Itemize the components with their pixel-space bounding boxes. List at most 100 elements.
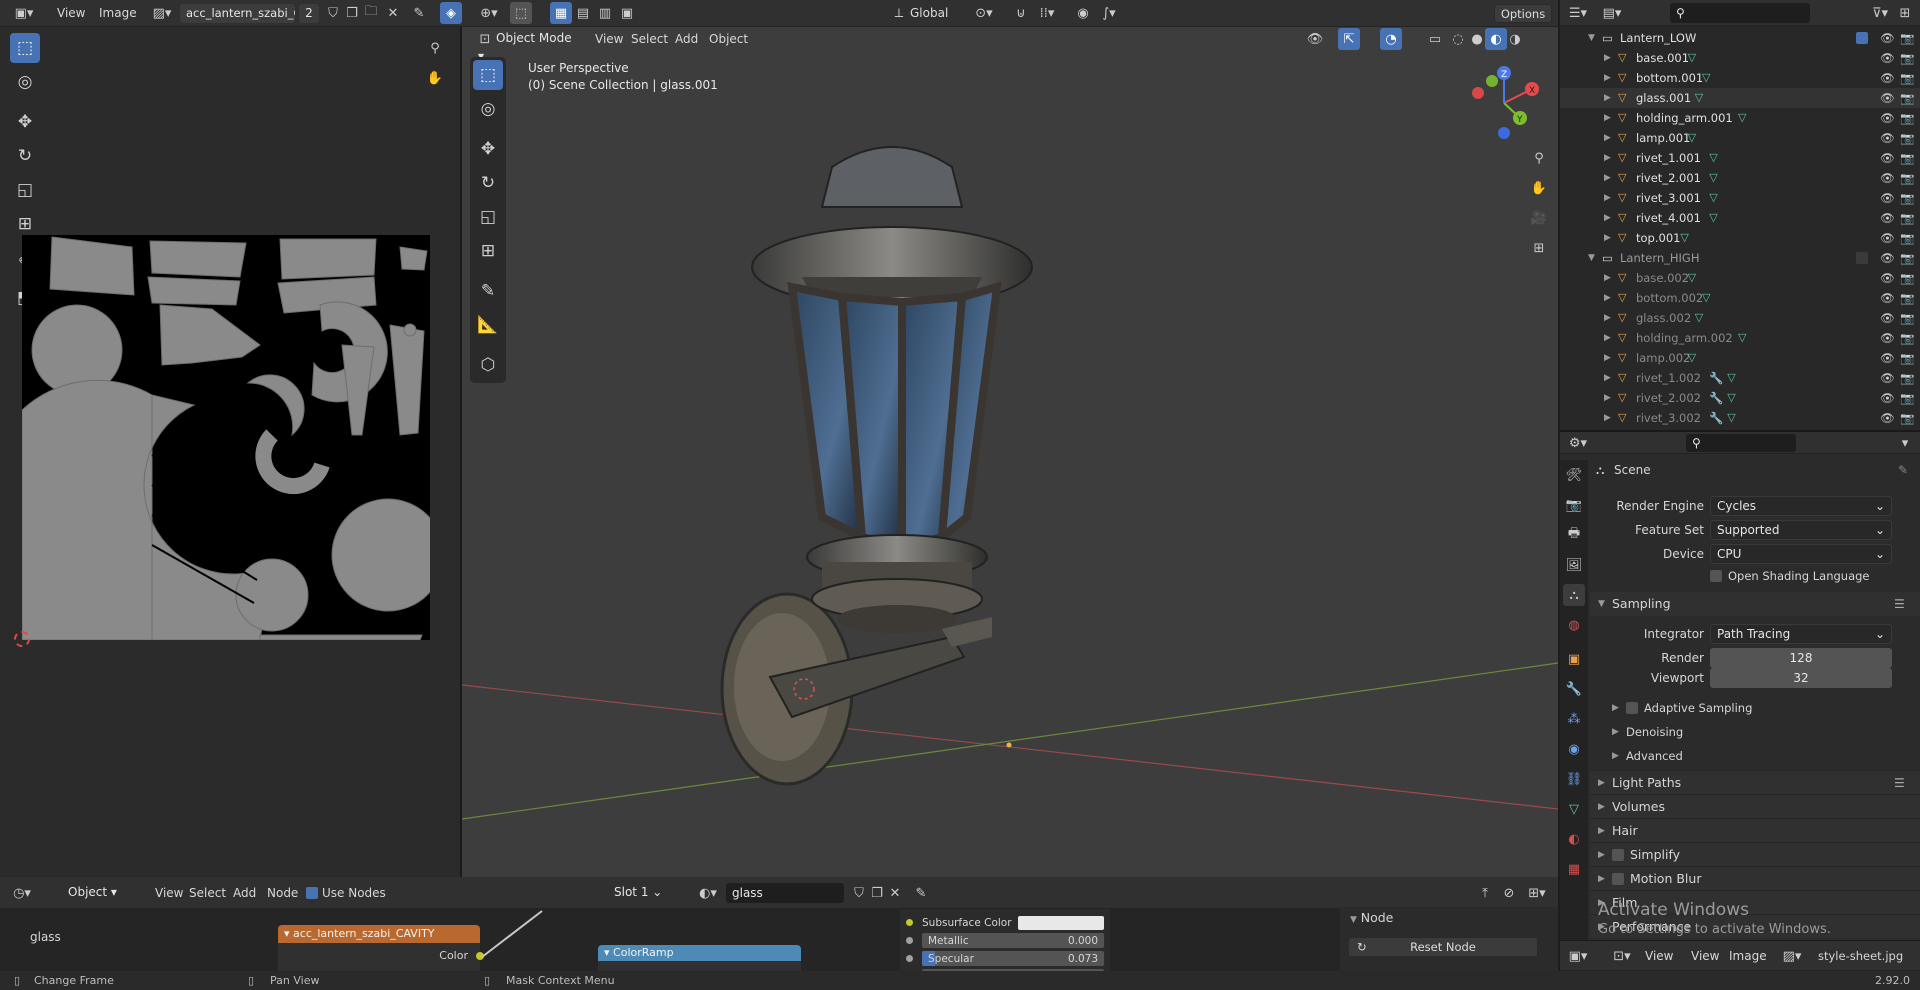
outliner-item[interactable]: ▶ ▽ holding_arm.001 ▽ 👁 📷 <box>1560 108 1920 128</box>
color-swatch[interactable] <box>1018 916 1104 930</box>
editor-type-icon[interactable]: ◷▾ <box>8 882 36 904</box>
node-panel-header[interactable]: ▼ Node <box>1340 907 1558 929</box>
collapse-icon[interactable]: ▼ <box>1588 248 1595 268</box>
visibility-icon[interactable]: 👁 <box>1880 288 1895 308</box>
adaptive-sampling-checkbox[interactable] <box>1626 702 1638 714</box>
image-name[interactable]: style-sheet.jpg <box>1818 949 1903 963</box>
menu-image[interactable]: Image <box>1722 941 1774 972</box>
presets-icon[interactable]: ☰ <box>1894 592 1905 616</box>
image-texture-node-header[interactable]: ▾ acc_lantern_szabi_CAVITY <box>278 925 480 943</box>
outliner-item[interactable]: ▶ ▽ glass.002 ▽ 👁 📷 <box>1560 308 1920 328</box>
visibility-icon[interactable]: 👁 <box>1880 68 1895 88</box>
advanced-row[interactable]: ▶ Advanced <box>1590 744 1920 768</box>
visibility-icon[interactable]: 👁 <box>1880 388 1895 408</box>
proportional-edit-icon[interactable]: ◉ <box>1072 2 1094 24</box>
node-editor[interactable]: ◷▾ Object ▾ View Select Add Node Use Nod… <box>0 877 1558 971</box>
constraints-tab-icon[interactable]: ⛓ <box>1563 768 1585 790</box>
visibility-icon[interactable]: 👁 <box>1880 328 1895 348</box>
expand-icon[interactable]: ▶ <box>1604 48 1611 68</box>
tool-tab-icon[interactable]: 🛠 <box>1563 464 1585 486</box>
visibility-icon[interactable]: 👁 <box>1880 348 1895 368</box>
expand-icon[interactable]: ▶ <box>1604 388 1611 408</box>
options-dropdown[interactable]: Options <box>1494 4 1552 23</box>
visibility-icon[interactable]: 👁 <box>1880 308 1895 328</box>
outliner-item[interactable]: ▶ ▽ rivet_2.002 🔧 ▽ 👁 📷 <box>1560 388 1920 408</box>
expand-icon[interactable]: ▶ <box>1604 368 1611 388</box>
expand-icon[interactable]: ▶ <box>1604 108 1611 128</box>
menu-image[interactable]: Image <box>92 0 144 26</box>
outliner-item[interactable]: ▶ ▽ rivet_1.001 ▽ 👁 📷 <box>1560 148 1920 168</box>
expand-icon[interactable]: ▶ <box>1604 288 1611 308</box>
rotate-tool-icon[interactable]: ↻ <box>10 141 40 171</box>
visibility-icon[interactable]: 👁 <box>1880 228 1895 248</box>
properties-search[interactable]: ⚲ <box>1686 434 1796 452</box>
editor-type-icon[interactable]: ▣▾ <box>9 2 39 24</box>
outliner-item[interactable]: ▶ ▽ lamp.001 ▽ 👁 📷 <box>1560 128 1920 148</box>
outliner-item[interactable]: ▶ ▽ rivet_1.002 🔧 ▽ 👁 📷 <box>1560 368 1920 388</box>
material-browse-icon[interactable]: ◐▾ <box>694 882 722 904</box>
image-users-count[interactable]: 2 <box>299 4 319 23</box>
feature-set-dropdown[interactable]: Supported ⌄ <box>1710 520 1892 540</box>
backdrop-icon[interactable]: ⊘ <box>1498 882 1520 904</box>
input-field[interactable]: Specular 0.073 <box>922 951 1104 966</box>
use-nodes-checkbox[interactable] <box>306 887 318 899</box>
pan-icon[interactable]: ✋ <box>1528 177 1550 199</box>
view-layer-tab-icon[interactable]: 🖼 <box>1563 554 1585 576</box>
visibility-icon[interactable]: 👁 <box>1880 148 1895 168</box>
pin-icon[interactable]: ✎ <box>910 882 932 904</box>
expand-icon[interactable]: ▶ <box>1604 348 1611 368</box>
display-mode-icon[interactable]: ▤▾ <box>1598 2 1626 24</box>
expand-icon[interactable]: ▶ <box>1604 168 1611 188</box>
integrator-dropdown[interactable]: Path Tracing ⌄ <box>1710 624 1892 644</box>
scene-tab-icon[interactable]: ⛬ <box>1563 584 1585 606</box>
principled-bsdf-node[interactable]: Subsurface Color Metallic 0.000 Specular 0.0… <box>900 909 1110 971</box>
colorramp-node-header[interactable]: ▾ ColorRamp <box>598 945 801 961</box>
expand-icon[interactable]: ▶ <box>1604 148 1611 168</box>
visibility-icon[interactable]: 👁 <box>1880 28 1895 48</box>
device-dropdown[interactable]: CPU ⌄ <box>1710 544 1892 564</box>
outliner-search[interactable]: ⚲ <box>1670 3 1810 23</box>
expand-icon[interactable]: ▶ <box>1604 68 1611 88</box>
outliner-item[interactable]: ▶ ▽ bottom.001 ▽ 👁 📷 <box>1560 68 1920 88</box>
render-visibility-icon[interactable]: 📷 <box>1900 148 1914 168</box>
render-visibility-icon[interactable]: 📷 <box>1900 248 1914 268</box>
outliner-item[interactable]: ▶ ▽ bottom.002 ▽ 👁 📷 <box>1560 288 1920 308</box>
visibility-icon[interactable]: 👁 <box>1880 108 1895 128</box>
node-menu-node[interactable]: Node <box>260 877 305 909</box>
expand-icon[interactable]: ▶ <box>1604 408 1611 428</box>
ortho-toggle-icon[interactable]: ⊞ <box>1528 237 1550 259</box>
input-field[interactable]: Metallic 0.000 <box>922 933 1104 948</box>
2d-cursor-icon[interactable] <box>14 631 30 647</box>
render-visibility-icon[interactable]: 📷 <box>1900 328 1914 348</box>
particles-tab-icon[interactable]: ⁂ <box>1563 708 1585 730</box>
uv-sync-icon[interactable]: ◈ <box>440 2 462 24</box>
visibility-icon[interactable]: 👁 <box>1880 188 1895 208</box>
render-visibility-icon[interactable]: 📷 <box>1900 128 1914 148</box>
exclude-checkbox[interactable] <box>1856 252 1868 264</box>
object-tab-icon[interactable]: ▣ <box>1563 648 1585 670</box>
menu-view-1[interactable]: View <box>1638 941 1680 972</box>
pin-icon[interactable]: ✎ <box>1898 458 1908 482</box>
transform-orientation-dropdown[interactable]: Global <box>910 6 948 20</box>
zoom-icon[interactable]: ⚲ <box>424 37 446 59</box>
new-collection-icon[interactable]: ⊞ <box>1894 2 1916 24</box>
outliner-item[interactable]: ▶ ▽ holding_arm.002 ▽ 👁 📷 <box>1560 328 1920 348</box>
bsdf-input-row[interactable]: Metallic 0.000 <box>900 933 1110 949</box>
render-visibility-icon[interactable]: 📷 <box>1900 308 1914 328</box>
visibility-icon[interactable]: 👁 <box>1880 128 1895 148</box>
select-tool-icon[interactable]: ⬚ <box>10 33 40 63</box>
reset-node-button[interactable]: ↻ Reset Node <box>1348 937 1538 957</box>
socket[interactable] <box>906 955 913 962</box>
socket[interactable] <box>906 919 913 926</box>
render-visibility-icon[interactable]: 📷 <box>1900 188 1914 208</box>
render-visibility-icon[interactable]: 📷 <box>1900 408 1914 428</box>
expand-icon[interactable]: ▶ <box>1604 308 1611 328</box>
render-visibility-icon[interactable]: 📷 <box>1900 268 1914 288</box>
pin-icon[interactable]: ✎ <box>408 2 430 24</box>
visibility-icon[interactable]: 👁 <box>1880 168 1895 188</box>
transform-tool-icon[interactable]: ⊕▾ <box>474 2 504 24</box>
filter-icon[interactable]: ⊽▾ <box>1866 2 1894 24</box>
visibility-icon[interactable]: 👁 <box>1880 368 1895 388</box>
camera-view-icon[interactable]: 🎥 <box>1528 207 1550 229</box>
select-mode-set-icon[interactable]: ▦ <box>550 2 572 24</box>
